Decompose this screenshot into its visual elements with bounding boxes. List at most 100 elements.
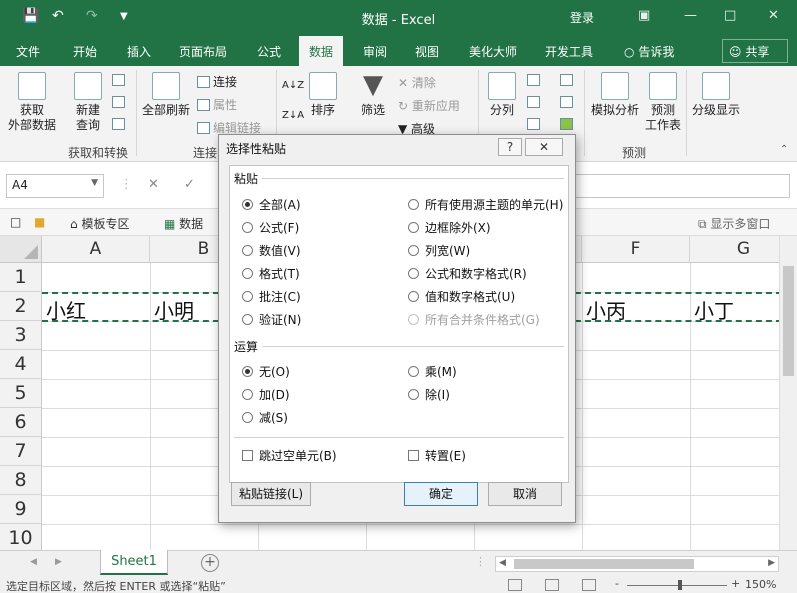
scroll-right-icon[interactable]: ▶ bbox=[768, 558, 775, 568]
paste-formulas-number-formats-radio[interactable]: 公式和数字格式(R) bbox=[408, 265, 527, 282]
outline-button[interactable]: 分级显示 bbox=[690, 72, 742, 118]
close-window-icon[interactable]: ✕ bbox=[768, 8, 779, 23]
login-link[interactable]: 登录 bbox=[570, 9, 594, 26]
row-header-3[interactable]: 3 bbox=[0, 321, 42, 350]
paste-no-borders-radio[interactable]: 边框除外(X) bbox=[408, 219, 491, 236]
zoom-in-icon[interactable]: + bbox=[731, 577, 740, 590]
text-to-columns-button[interactable]: 分列 bbox=[484, 72, 520, 118]
op-add-radio[interactable]: 加(D) bbox=[242, 386, 290, 403]
paste-comments-radio[interactable]: 批注(C) bbox=[242, 288, 301, 305]
row-header-5[interactable]: 5 bbox=[0, 379, 42, 408]
row-header-6[interactable]: 6 bbox=[0, 408, 42, 437]
enter-formula-icon[interactable]: ✓ bbox=[184, 177, 195, 192]
column-header-f[interactable]: F bbox=[582, 236, 690, 263]
row-header-10[interactable]: 10 bbox=[0, 524, 42, 550]
zoom-out-icon[interactable]: - bbox=[615, 577, 619, 590]
horizontal-scrollbar[interactable]: ◀ ▶ bbox=[495, 556, 779, 572]
paste-validation-radio[interactable]: 验证(N) bbox=[242, 311, 301, 328]
tab-insert[interactable]: 插入 bbox=[127, 43, 151, 60]
tab-developer[interactable]: 开发工具 bbox=[545, 43, 593, 60]
file-tab[interactable]: ▦ 数据 bbox=[164, 215, 203, 232]
share-button[interactable]: ☺ 共享 bbox=[722, 39, 788, 63]
tab-home[interactable]: 开始 bbox=[73, 43, 97, 60]
sheet-tab-sheet1[interactable]: Sheet1 bbox=[100, 550, 168, 575]
tab-beautify[interactable]: 美化大师 bbox=[469, 43, 517, 60]
zoom-slider[interactable] bbox=[627, 585, 727, 586]
paste-values-number-formats-radio[interactable]: 值和数字格式(U) bbox=[408, 288, 515, 305]
column-header-a[interactable]: A bbox=[42, 236, 150, 263]
cell-g2[interactable]: 小丁 bbox=[694, 295, 734, 324]
name-box[interactable]: A4 ▼ bbox=[6, 174, 104, 198]
page-break-view-icon[interactable] bbox=[582, 579, 596, 591]
connections-button[interactable]: 连接 bbox=[197, 73, 237, 90]
consolidate-icon[interactable] bbox=[560, 73, 576, 87]
clear-button[interactable]: ✕ 清除 bbox=[398, 74, 436, 91]
zoom-level[interactable]: 150% bbox=[745, 578, 776, 591]
sort-button[interactable]: 排序 bbox=[306, 72, 340, 118]
row-header-1[interactable]: 1 bbox=[0, 263, 42, 292]
maximize-icon[interactable]: □ bbox=[724, 8, 736, 23]
row-header-4[interactable]: 4 bbox=[0, 350, 42, 379]
transpose-checkbox[interactable]: 转置(E) bbox=[408, 447, 466, 464]
filter-button[interactable]: ▼ 筛选 bbox=[356, 72, 390, 118]
normal-view-icon[interactable] bbox=[508, 579, 522, 591]
op-none-radio[interactable]: 无(O) bbox=[242, 363, 290, 380]
show-windows-button[interactable]: ⧉ 显示多窗口 bbox=[698, 215, 770, 232]
minimize-icon[interactable]: — bbox=[684, 8, 697, 23]
paste-formats-radio[interactable]: 格式(T) bbox=[242, 265, 300, 282]
flash-fill-icon[interactable] bbox=[527, 73, 543, 87]
properties-button[interactable]: 属性 bbox=[197, 96, 237, 113]
prev-sheet-icon[interactable]: ◀ bbox=[30, 557, 37, 567]
paste-values-radio[interactable]: 数值(V) bbox=[242, 242, 301, 259]
ribbon-display-icon[interactable]: ▣ bbox=[638, 8, 650, 23]
what-if-analysis-button[interactable]: 模拟分析 bbox=[588, 72, 642, 118]
scroll-thumb[interactable] bbox=[514, 559, 694, 569]
zoom-slider-thumb[interactable] bbox=[678, 580, 682, 590]
tab-data[interactable]: 数据 bbox=[299, 36, 344, 67]
row-header-7[interactable]: 7 bbox=[0, 437, 42, 466]
reapply-button[interactable]: ↻ 重新应用 bbox=[398, 97, 460, 114]
op-subtract-radio[interactable]: 减(S) bbox=[242, 409, 288, 426]
scroll-left-icon[interactable]: ◀ bbox=[499, 558, 506, 568]
new-doc-icon[interactable]: □ bbox=[10, 215, 21, 229]
add-sheet-icon[interactable]: + bbox=[201, 554, 219, 572]
row-header-9[interactable]: 9 bbox=[0, 495, 42, 524]
cancel-formula-icon[interactable]: ✕ bbox=[148, 177, 159, 192]
tab-formulas[interactable]: 公式 bbox=[257, 43, 281, 60]
sort-desc-icon[interactable]: Z↓A bbox=[282, 110, 304, 121]
row-header-8[interactable]: 8 bbox=[0, 466, 42, 495]
op-multiply-radio[interactable]: 乘(M) bbox=[408, 363, 457, 380]
scroll-thumb[interactable] bbox=[783, 266, 794, 376]
recent-sources-icon[interactable] bbox=[112, 117, 128, 131]
paste-formulas-radio[interactable]: 公式(F) bbox=[242, 219, 299, 236]
sort-asc-icon[interactable]: A↓Z bbox=[282, 80, 304, 91]
cancel-button[interactable]: 取消 bbox=[488, 482, 562, 506]
row-header-2[interactable]: 2 bbox=[0, 292, 42, 321]
cell-b2[interactable]: 小明 bbox=[154, 295, 194, 324]
skip-blanks-checkbox[interactable]: 跳过空单元(B) bbox=[242, 447, 337, 464]
help-button[interactable]: ? bbox=[498, 138, 522, 156]
get-external-data-button[interactable]: 获取 外部数据 bbox=[4, 72, 60, 133]
cell-f2[interactable]: 小丙 bbox=[586, 295, 626, 324]
remove-duplicates-icon[interactable] bbox=[527, 95, 543, 109]
tab-page-layout[interactable]: 页面布局 bbox=[179, 43, 227, 60]
column-header-g[interactable]: G bbox=[690, 236, 779, 263]
show-queries-icon[interactable] bbox=[112, 73, 128, 87]
paste-all-radio[interactable]: 全部(A) bbox=[242, 196, 301, 213]
next-sheet-icon[interactable]: ▶ bbox=[55, 557, 62, 567]
from-table-icon[interactable] bbox=[112, 95, 128, 109]
refresh-all-button[interactable]: 全部刷新 bbox=[140, 72, 192, 118]
ok-button[interactable]: 确定 bbox=[404, 482, 478, 506]
folder-icon[interactable]: ■ bbox=[34, 215, 45, 229]
new-query-button[interactable]: 新建 查询 bbox=[68, 72, 108, 133]
select-all-corner[interactable] bbox=[0, 236, 42, 263]
forecast-sheet-button[interactable]: 预测 工作表 bbox=[644, 72, 682, 133]
cell-a2[interactable]: 小红 bbox=[46, 295, 86, 324]
relationships-icon[interactable] bbox=[560, 95, 576, 109]
data-model-icon[interactable] bbox=[560, 117, 576, 131]
paste-link-button[interactable]: 粘贴链接(L) bbox=[231, 482, 311, 506]
tab-view[interactable]: 视图 bbox=[415, 43, 439, 60]
tab-review[interactable]: 审阅 bbox=[363, 43, 387, 60]
paste-source-theme-radio[interactable]: 所有使用源主题的单元(H) bbox=[408, 196, 563, 213]
page-layout-view-icon[interactable] bbox=[545, 579, 559, 591]
